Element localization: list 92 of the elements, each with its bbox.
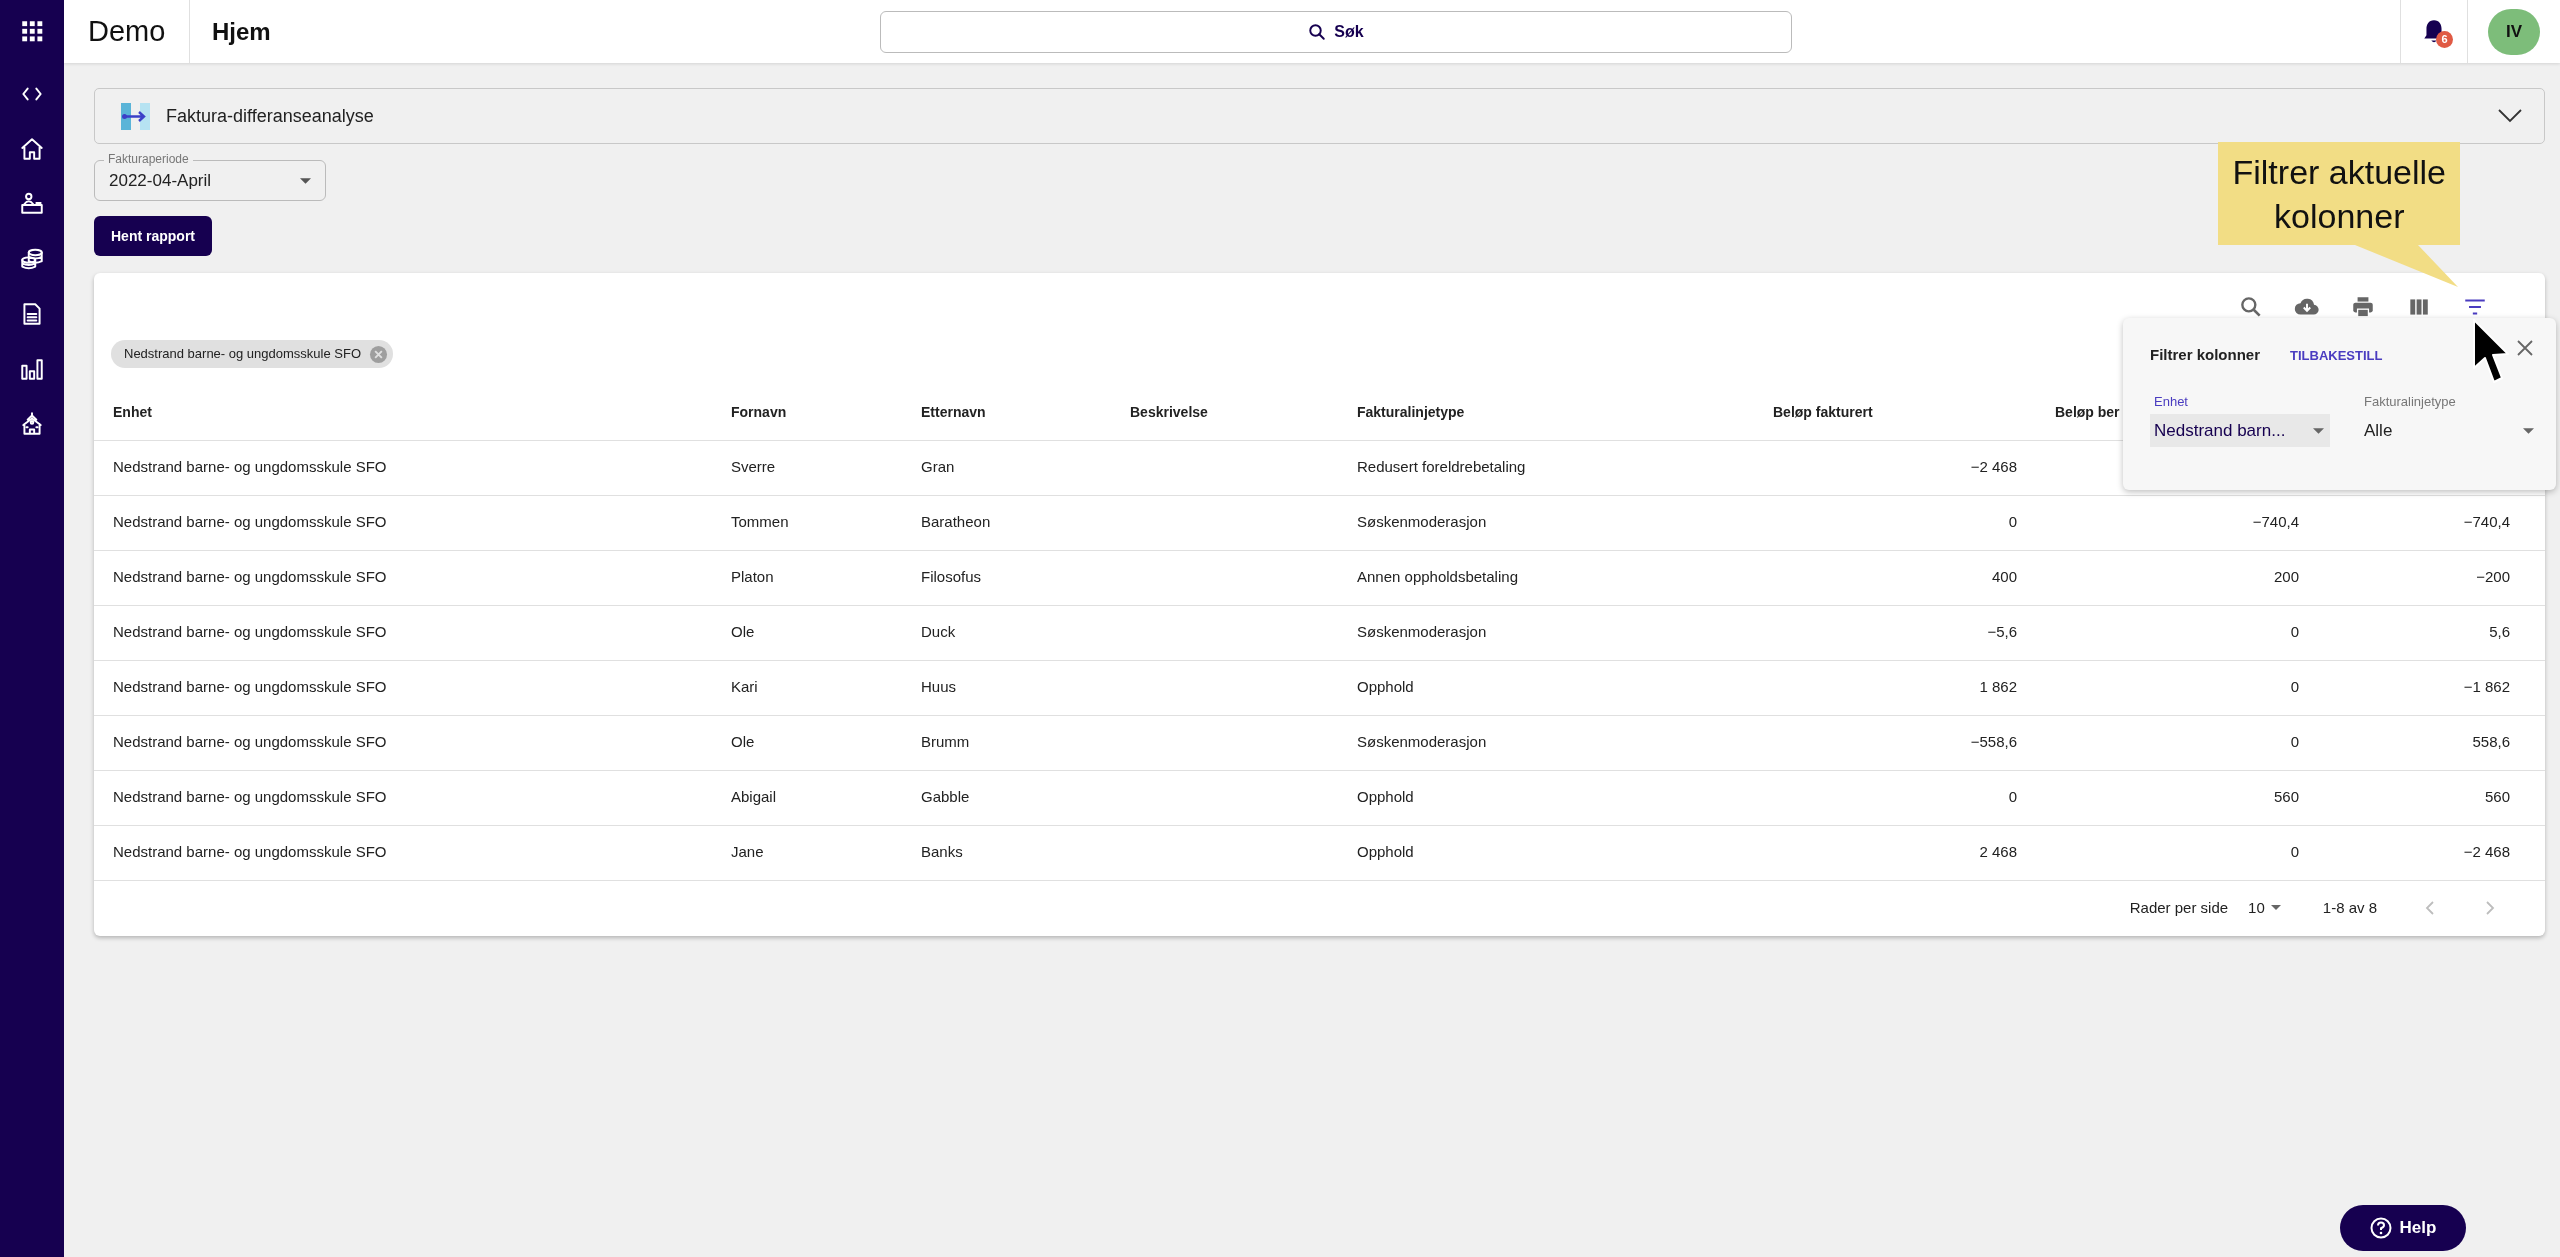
table-cell: Nedstrand barne- og ungdomsskule SFO <box>113 843 387 861</box>
table-cell: Gran <box>921 458 955 476</box>
table-cell: 200 <box>2273 568 2299 586</box>
table-cell: Ole <box>731 733 755 751</box>
table-cell: −5,6 <box>1987 623 2017 641</box>
table-cell: Søskenmoderasjon <box>1357 733 1487 751</box>
notifications-button[interactable]: 6 <box>2417 14 2451 49</box>
table-cell: Nedstrand barne- og ungdomsskule SFO <box>113 513 387 531</box>
table-cell: Opphold <box>1357 788 1414 806</box>
table-cell: Annen oppholdsbetaling <box>1357 568 1518 586</box>
table-cell: 2 468 <box>1979 843 2017 861</box>
arrow-right-icon <box>121 102 150 130</box>
user-avatar[interactable]: IV <box>2488 8 2540 55</box>
table-cell: −1 862 <box>2463 678 2510 696</box>
search-button[interactable]: Søk <box>880 10 1792 53</box>
reset-link[interactable]: TILBAKESTILL <box>2290 345 2383 365</box>
filter-select[interactable]: Nedstrand barn... <box>2150 414 2330 447</box>
table-cell: Søskenmoderasjon <box>1357 513 1487 531</box>
table-cell: Søskenmoderasjon <box>1357 623 1487 641</box>
chevron-right-icon <box>2483 900 2497 916</box>
table-cell: Duck <box>921 623 956 641</box>
field-label: Enhet <box>2153 392 2189 411</box>
filter-select[interactable]: Alle <box>2360 414 2540 447</box>
table-cell: Opphold <box>1357 843 1414 861</box>
fetch-report-button[interactable]: Hent rapport <box>94 216 212 256</box>
table-cell: Sverre <box>731 458 776 476</box>
table-cell: Nedstrand barne- og ungdomsskule SFO <box>113 568 387 586</box>
table-cell: Jane <box>731 843 764 861</box>
chevron-down-icon <box>2498 109 2522 123</box>
caret-icon <box>2523 427 2534 434</box>
table-cell: Ole <box>731 623 755 641</box>
table-cell: 558,6 <box>2472 733 2510 751</box>
table-cell: −740,4 <box>2252 513 2299 531</box>
field-label: Fakturalinjetype <box>2363 392 2457 411</box>
column-header[interactable]: Etternavn <box>921 403 986 420</box>
table-cell: 5,6 <box>2489 623 2510 641</box>
table-cell: Brumm <box>921 733 970 751</box>
table-cell: −558,6 <box>1970 733 2017 751</box>
table-cell: 0 <box>2290 623 2299 641</box>
caret-icon <box>2313 427 2324 434</box>
table-cell: Nedstrand barne- og ungdomsskule SFO <box>113 623 387 641</box>
column-header[interactable]: Beløp ber <box>2055 403 2120 420</box>
rows-per-page-label: Rader per side <box>2129 897 2229 918</box>
table-cell: −200 <box>2476 568 2510 586</box>
table-cell: Opphold <box>1357 678 1414 696</box>
notification-badge: 6 <box>2436 30 2453 48</box>
table-cell: 1 862 <box>1979 678 2017 696</box>
table-cell: −2 468 <box>1970 458 2017 476</box>
table-cell: Nedstrand barne- og ungdomsskule SFO <box>113 788 387 806</box>
table-cell: Gabble <box>921 788 970 806</box>
table-cell: Nedstrand barne- og ungdomsskule SFO <box>113 458 387 476</box>
table-cell: 0 <box>2290 733 2299 751</box>
help-button[interactable]: Help <box>2340 1205 2466 1251</box>
table-cell: Redusert foreldrebetaling <box>1357 458 1526 476</box>
table-cell: Nedstrand barne- og ungdomsskule SFO <box>113 733 387 751</box>
chevron-left-icon <box>2423 900 2437 916</box>
table-cell: Platon <box>731 568 774 586</box>
table-cell: −2 468 <box>2463 843 2510 861</box>
close-icon[interactable] <box>2516 339 2534 357</box>
rows-per-page-select[interactable]: 10 <box>2248 896 2281 920</box>
report-accordion[interactable]: Faktura-differanseanalyse <box>94 88 2545 144</box>
column-header[interactable]: Beskrivelse <box>1130 403 1208 420</box>
table-cell: 0 <box>2008 513 2017 531</box>
panel-title: Filtrer kolonner <box>2150 345 2261 365</box>
column-header[interactable]: Fornavn <box>731 403 787 420</box>
column-header[interactable]: Fakturalinjetype <box>1357 403 1465 420</box>
table-cell: Huus <box>921 678 957 696</box>
filter-chip[interactable]: Nedstrand barne- og ungdomsskule SFO <box>111 340 393 368</box>
table-cell: 0 <box>2290 678 2299 696</box>
table-cell: 400 <box>1991 568 2017 586</box>
table-cell: Abigail <box>731 788 777 806</box>
table-cell: Baratheon <box>921 513 991 531</box>
table-cell: Banks <box>921 843 963 861</box>
table-cell: Nedstrand barne- og ungdomsskule SFO <box>113 678 387 696</box>
caret-icon <box>300 177 311 184</box>
caret-icon <box>2270 905 2281 911</box>
table-cell: Kari <box>731 678 758 696</box>
table-cell: 0 <box>2008 788 2017 806</box>
column-header[interactable]: Beløp fakturert <box>1773 403 1873 420</box>
table-cell: Tommen <box>731 513 789 531</box>
column-header[interactable]: Enhet <box>113 403 152 420</box>
app-name: Demo <box>88 13 166 49</box>
table-cell: 0 <box>2290 843 2299 861</box>
table-cell: Filosofus <box>921 568 982 586</box>
table-cell: 560 <box>2484 788 2510 806</box>
page-range: 1-8 av 8 <box>2322 897 2377 918</box>
page-title: Hjem <box>212 16 272 47</box>
period-select-label: Fakturaperiode <box>104 151 193 167</box>
help-icon <box>2369 1217 2392 1239</box>
table-cell: 560 <box>2273 788 2299 806</box>
table-cell: −740,4 <box>2463 513 2510 531</box>
search-icon <box>1308 22 1327 41</box>
